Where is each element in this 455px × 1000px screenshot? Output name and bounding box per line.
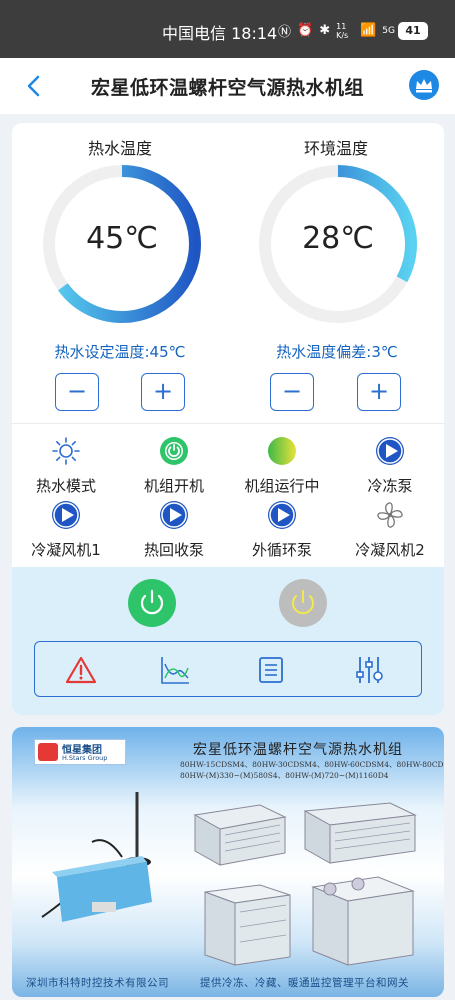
brand-logo: 恒星集团 H.Stars Group: [34, 739, 126, 765]
power-icon: [292, 590, 314, 615]
play-icon: [160, 501, 188, 529]
banner-models: 80HW-15CDSM4、80HW-30CDSM4、80HW-60CDSM4、8…: [180, 759, 444, 781]
status-condenser-fan-1: 冷凝风机1: [12, 500, 120, 560]
status-external-circ-pump: 外循环泵: [228, 500, 336, 560]
power-icon: [140, 589, 164, 615]
status-label: 冷凝风机2: [355, 541, 425, 559]
status-label: 机组运行中: [244, 477, 320, 495]
status-heat-recovery-pump: 热回收泵: [120, 500, 228, 560]
hot-water-setpoint-label: 热水设定温度:45℃: [54, 343, 186, 361]
models-line-1: 80HW-15CDSM4、80HW-30CDSM4、80HW-60CDSM4、8…: [180, 760, 444, 769]
power-on-button[interactable]: [128, 579, 176, 627]
bluetooth-icon: ✱: [319, 23, 331, 38]
ambient-temp-value: 28℃: [302, 221, 374, 256]
list-icon[interactable]: [255, 654, 287, 686]
ambient-temp-title: 环境温度: [303, 139, 368, 158]
alarm-warning-icon[interactable]: [65, 654, 97, 686]
temp-deviation-label: 热水温度偏差:3℃: [276, 343, 398, 361]
nfc-icon: Ⓝ: [278, 25, 292, 40]
status-label: 热水模式: [35, 477, 96, 495]
chiller-unit-illustration-3: [204, 884, 291, 966]
deviation-plus-button[interactable]: +: [357, 373, 401, 411]
banner-title: 宏星低环温螺杆空气源热水机组: [193, 742, 403, 758]
chiller-unit-illustration-1: [193, 804, 287, 866]
power-off-button[interactable]: [279, 579, 327, 627]
trend-chart-icon[interactable]: [159, 654, 191, 686]
product-banner: 恒星集团 H.Stars Group 宏星低环温螺杆空气源热水机组 80HW-1…: [12, 727, 444, 997]
tool-bar: [34, 641, 422, 697]
power-on-icon: [160, 437, 188, 465]
company-slogan: 提供冷冻、冷藏、暖通监控管理平台和网关: [200, 977, 409, 989]
network-speed: 11 K/s: [336, 21, 349, 40]
page-title: 宏星低环温螺杆空气源热水机组: [90, 77, 364, 99]
status-unit-on: 机组开机: [120, 436, 228, 496]
alarm-icon: ⏰: [297, 23, 314, 38]
status-bar: 中国电信 18:14 Ⓝ ⏰ ✱ 11 K/s 📶 5G 41: [0, 0, 455, 58]
play-icon: [376, 437, 404, 465]
company-name: 深圳市科特时控技术有限公司: [26, 977, 169, 989]
control-card: 热水温度 45℃ 热水设定温度:45℃ − + 环境温度 28℃ 热水温度偏差:…: [12, 123, 444, 715]
status-chilled-pump: 冷冻泵: [336, 436, 444, 496]
hot-water-temp-title: 热水温度: [87, 139, 152, 158]
brand-name-en: H.Stars Group: [62, 754, 108, 762]
carrier-time: 中国电信 18:14: [162, 24, 278, 43]
control-panel: [12, 567, 444, 715]
app-bar: 宏星低环温螺杆空气源热水机组: [0, 58, 455, 114]
sun-icon: [52, 437, 80, 465]
status-label: 冷凝风机1: [31, 541, 101, 559]
back-arrow-icon[interactable]: [20, 72, 48, 100]
play-icon: [52, 501, 80, 529]
gateway-device-illustration: [41, 792, 152, 922]
running-indicator-icon: [268, 437, 296, 465]
crown-icon[interactable]: [409, 70, 439, 100]
status-hot-water-mode: 热水模式: [12, 436, 120, 496]
models-line-2: 80HW-(M)330~(M)580S4、80HW-(M)720~(M)1160…: [180, 771, 389, 780]
status-label: 热回收泵: [143, 541, 204, 559]
chiller-unit-illustration-2: [303, 802, 417, 864]
play-icon: [268, 501, 296, 529]
signal-label: 5G: [382, 25, 395, 36]
battery-indicator: 41: [398, 22, 428, 40]
fan-icon: [377, 502, 403, 528]
status-condenser-fan-2: 冷凝风机2: [336, 500, 444, 560]
deviation-minus-button[interactable]: −: [270, 373, 314, 411]
wifi-icon: 📶: [360, 23, 377, 38]
hot-water-temp-value: 45℃: [86, 221, 158, 256]
status-icons: Ⓝ ⏰ ✱ 11 K/s 📶 5G: [278, 21, 395, 41]
status-label: 冷冻泵: [367, 477, 413, 495]
logo-mark: [38, 743, 58, 761]
status-label: 外循环泵: [251, 541, 312, 559]
chiller-unit-illustration-4: [311, 876, 415, 966]
status-unit-running: 机组运行中: [228, 436, 336, 496]
setpoint-plus-button[interactable]: +: [141, 373, 185, 411]
status-label: 机组开机: [143, 477, 204, 495]
setpoint-minus-button[interactable]: −: [55, 373, 99, 411]
divider: [12, 423, 444, 424]
settings-sliders-icon[interactable]: [353, 654, 385, 686]
